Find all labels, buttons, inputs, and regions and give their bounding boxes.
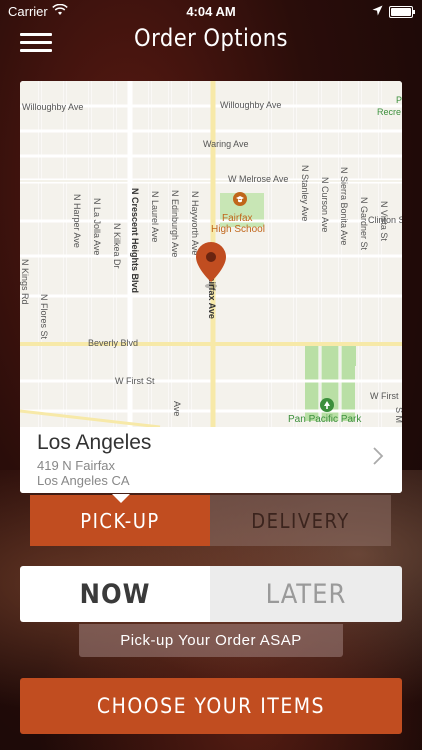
map-label-vista: N Vista St [379, 201, 389, 241]
location-card: Willoughby Ave Willoughby Ave Waring Ave… [20, 81, 402, 493]
store-address-line1: 419 N Fairfax [37, 458, 116, 473]
map-label-waring: Waring Ave [203, 139, 249, 149]
map-label-laurel: N Laurel Ave [150, 191, 160, 243]
map-label-beverly: Beverly Blvd [88, 338, 139, 348]
map-label-flores: N Flores St [39, 294, 49, 340]
map-label-la-jolla: N La Jolla Ave [92, 198, 102, 256]
timing-info-text: Pick-up Your Order ASAP [79, 624, 343, 657]
map-label-sierra-bonita: N Sierra Bonita Ave [339, 167, 349, 246]
map-label-s-stub: S M [394, 407, 402, 423]
status-time: 4:04 AM [186, 4, 236, 19]
map-label-first-right: W First [370, 391, 399, 401]
battery-icon [389, 6, 415, 18]
status-bar: Carrier 4:04 AM [0, 0, 422, 22]
map-label-curson: N Curson Ave [320, 177, 330, 233]
map-label-kilkea: N Kilkea Dr [112, 223, 122, 269]
store-city: Los Angeles [37, 431, 152, 454]
map-label-ave-stub: Ave [172, 401, 182, 417]
choose-items-button[interactable]: CHOOSE YOUR ITEMS [20, 678, 402, 734]
map-label-kings: N Kings Rd [20, 259, 30, 305]
map-label-harper: N Harper Ave [72, 194, 82, 248]
location-arrow-icon [372, 4, 383, 19]
map-label-school-line2: High School [211, 224, 265, 235]
chevron-right-icon [372, 447, 384, 465]
store-map[interactable]: Willoughby Ave Willoughby Ave Waring Ave… [20, 81, 402, 427]
map-label-stanley: N Stanley Ave [300, 165, 310, 222]
map-label-park: Pan Pacific Park [288, 414, 362, 425]
map-label-gardner: N Gardner St [359, 197, 369, 251]
map-label-recreation-1: P [396, 95, 402, 105]
pickup-button[interactable]: PICK-UP [30, 494, 210, 546]
map-label-school-line1: Fairfax [222, 213, 253, 224]
later-button[interactable]: LATER [210, 566, 402, 622]
map-label-first-left: W First St [115, 376, 155, 386]
page-title: Order Options [134, 24, 288, 52]
map-label-edinburgh: N Edinburgh Ave [170, 190, 180, 258]
now-button[interactable]: NOW [20, 566, 210, 622]
store-selector[interactable]: Los Angeles 419 N Fairfax Los Angeles CA [20, 427, 402, 493]
map-label-willoughby-right: Willoughby Ave [220, 100, 282, 110]
map-label-willoughby-left: Willoughby Ave [22, 102, 84, 112]
delivery-button[interactable]: DELIVERY [210, 495, 391, 546]
map-label-melrose: W Melrose Ave [228, 174, 289, 184]
map-label-crescent-heights: N Crescent Heights Blvd [130, 188, 140, 294]
map-label-recreation-2: Recre [377, 107, 402, 117]
store-address-line2: Los Angeles CA [37, 473, 130, 488]
map-pin-icon [195, 242, 227, 290]
